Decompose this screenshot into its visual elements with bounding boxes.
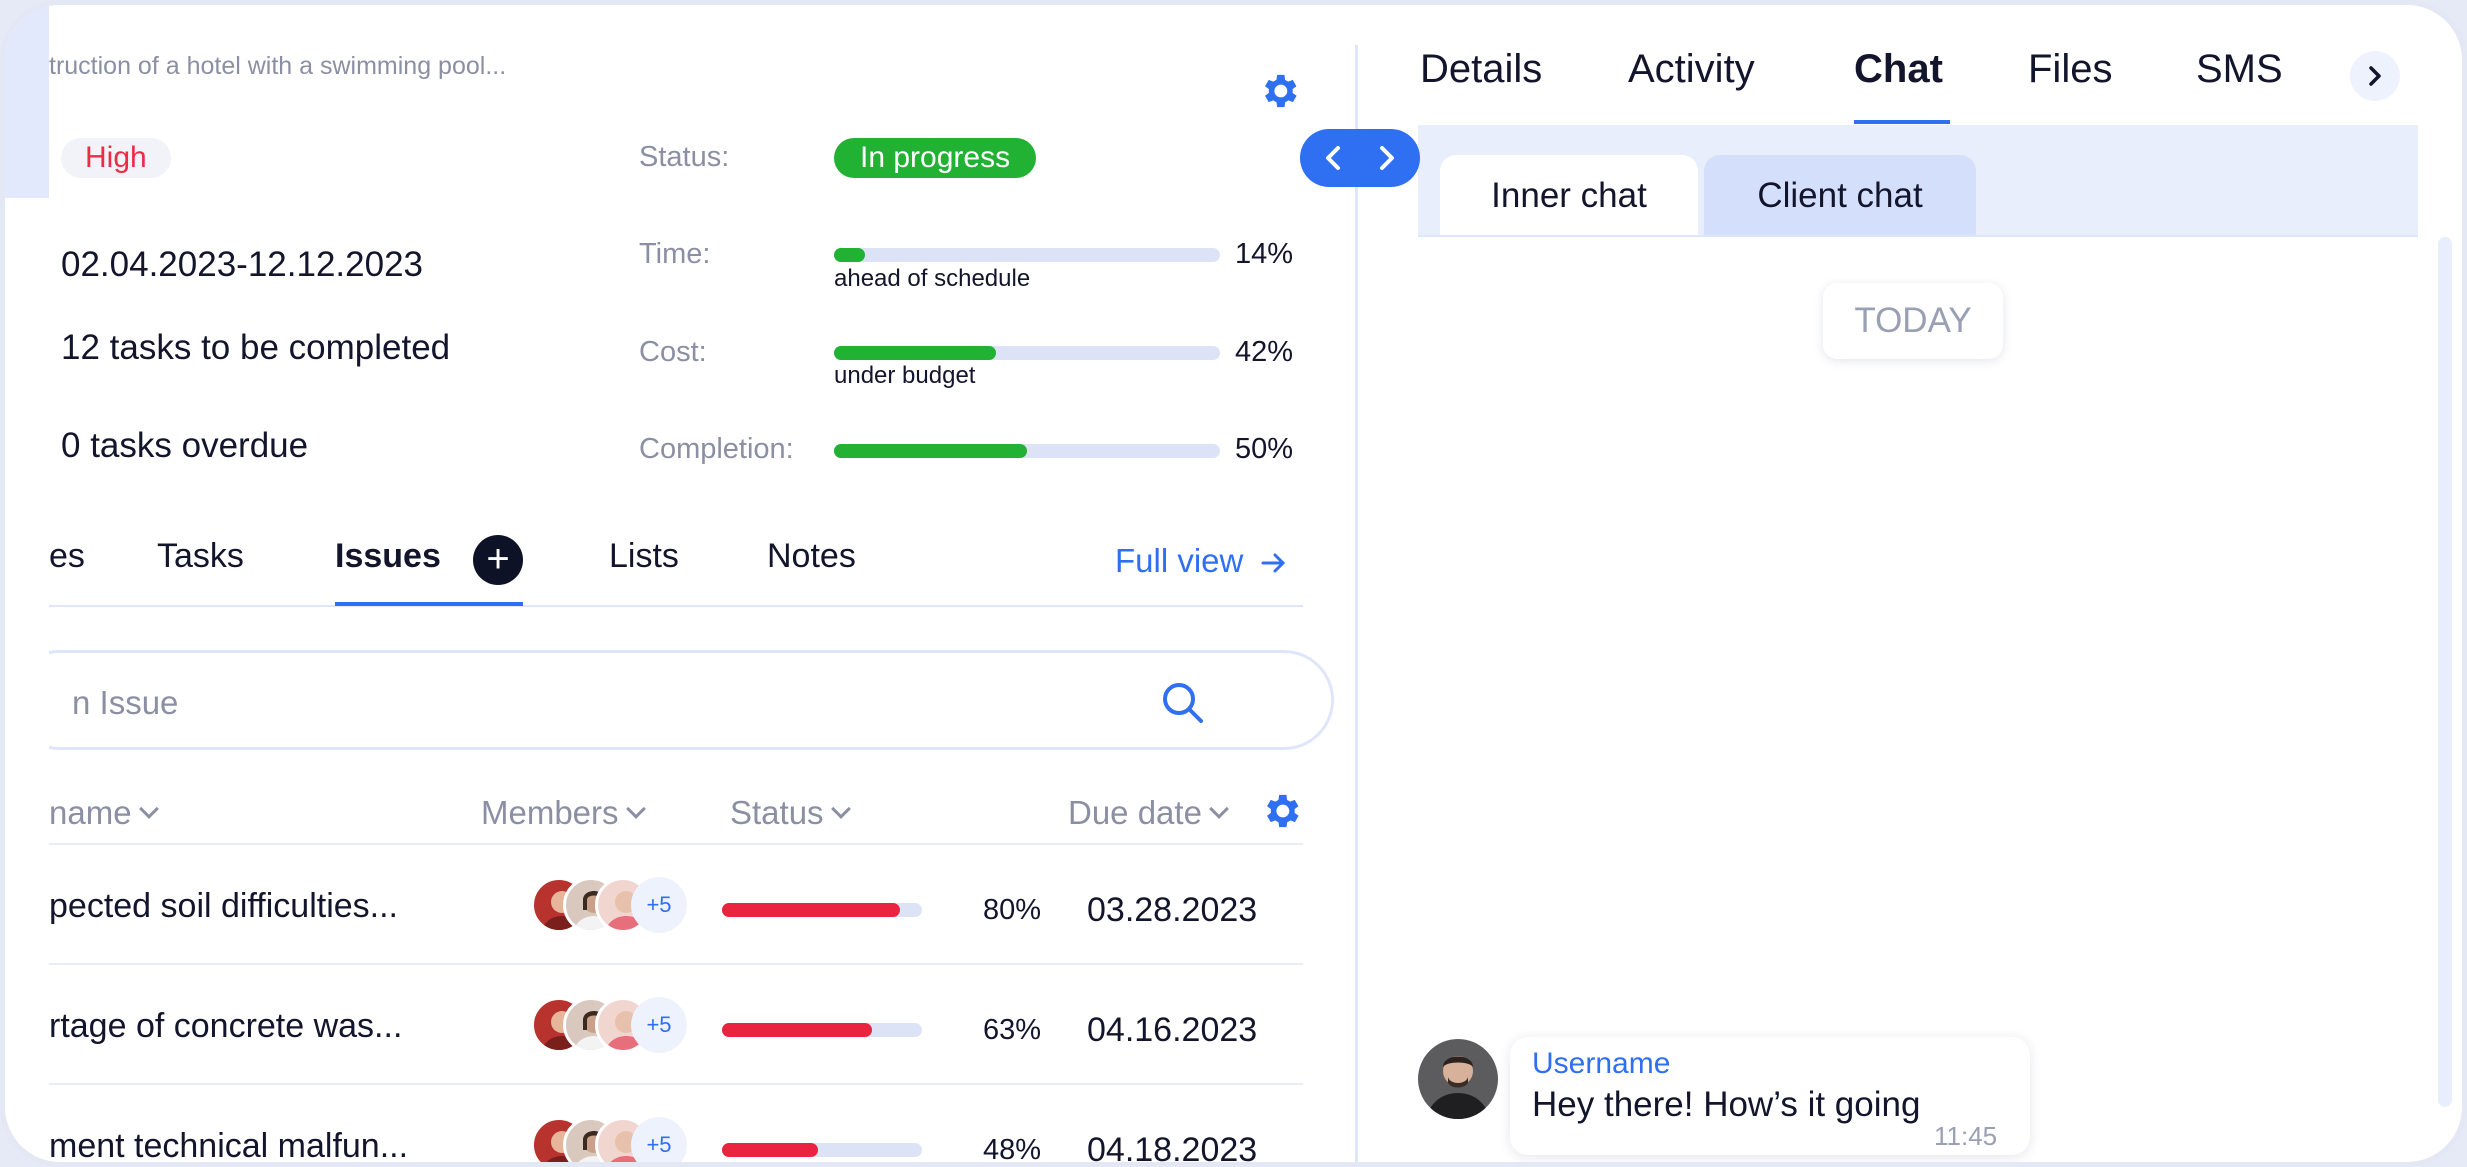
- search-icon[interactable]: [1157, 677, 1209, 729]
- chat-divider: [1418, 235, 2418, 237]
- tab-client-chat[interactable]: Client chat: [1704, 155, 1976, 237]
- column-due-date-header[interactable]: Due date: [1068, 794, 1229, 832]
- issue-search: [49, 650, 1334, 750]
- completion-progress-bar: [834, 444, 1220, 458]
- avatar[interactable]: [1418, 1039, 1498, 1119]
- chat-subtabs: Inner chat Client chat: [1418, 125, 2418, 237]
- completion-progress-fill: [834, 444, 1027, 458]
- column-name-label: name: [49, 794, 132, 831]
- issue-progress-bar: [722, 1143, 922, 1157]
- issue-progress-fill: [722, 903, 900, 917]
- cost-label: Cost:: [639, 336, 707, 368]
- priority-badge: High: [61, 138, 171, 178]
- row-divider: [49, 963, 1303, 965]
- project-dates: 02.04.2023-12.12.2023: [61, 245, 423, 284]
- column-members-label: Members: [481, 794, 619, 831]
- chevron-right-icon: [2369, 66, 2381, 86]
- tasks-remaining: 12 tasks to be completed: [61, 328, 451, 367]
- tab-sms[interactable]: SMS: [2196, 47, 2283, 92]
- column-name-header[interactable]: name: [49, 794, 159, 832]
- cost-percent: 42%: [1235, 336, 1294, 368]
- row-divider: [49, 1083, 1303, 1085]
- project-title: truction of a hotel with a swimming pool…: [49, 52, 507, 80]
- message-text: Hey there! How’s it going: [1532, 1085, 1921, 1124]
- status-badge: In progress: [834, 138, 1037, 178]
- column-status-label: Status: [730, 794, 824, 831]
- issue-percent: 80%: [983, 894, 1042, 926]
- arrow-right-icon: [1261, 553, 1285, 573]
- add-issue-button[interactable]: +: [473, 535, 523, 585]
- completion-label: Completion:: [639, 433, 794, 465]
- member-avatars[interactable]: +5: [531, 877, 691, 935]
- completion-percent: 50%: [1235, 433, 1294, 465]
- tabs-divider: [49, 605, 1303, 607]
- more-members-count: +5: [631, 877, 687, 933]
- member-avatars[interactable]: +5: [531, 997, 691, 1055]
- column-due-date-label: Due date: [1068, 794, 1202, 831]
- header-divider: [49, 843, 1303, 845]
- tab-issues[interactable]: Issues: [335, 537, 441, 576]
- issue-progress-fill: [722, 1143, 818, 1157]
- tab-details[interactable]: Details: [1420, 47, 1542, 92]
- tab-activity[interactable]: Activity: [1628, 47, 1755, 92]
- sidebar-accent: [5, 5, 49, 198]
- chat-scrollbar[interactable]: [2438, 237, 2452, 1107]
- issue-due-date: 04.16.2023: [1087, 1011, 1258, 1049]
- panel-toggle[interactable]: [1300, 129, 1420, 187]
- issue-name[interactable]: ment technical malfun...: [49, 1127, 408, 1162]
- member-avatars[interactable]: +5: [531, 1117, 691, 1162]
- issue-progress-fill: [722, 1023, 872, 1037]
- date-separator: TODAY: [1823, 283, 2003, 359]
- tab-files[interactable]: Files: [2028, 47, 2112, 92]
- issue-progress-bar: [722, 1023, 922, 1037]
- message-timestamp: 11:45: [1934, 1121, 1998, 1151]
- tab-lists[interactable]: Lists: [609, 537, 679, 576]
- issue-due-date: 04.18.2023: [1087, 1131, 1258, 1167]
- issue-due-date: 03.28.2023: [1087, 891, 1258, 929]
- chevron-right-icon[interactable]: [1370, 142, 1402, 174]
- time-progress-bar: [834, 248, 1220, 262]
- time-note: ahead of schedule: [834, 265, 1031, 292]
- chevron-down-icon: [625, 799, 646, 819]
- project-panel: truction of a hotel with a swimming pool…: [49, 5, 1355, 1167]
- tab-tasks[interactable]: Tasks: [157, 537, 244, 576]
- tab-notes[interactable]: Notes: [767, 537, 856, 576]
- chat-message: Username Hey there! How’s it going 11:45: [1510, 1037, 2030, 1155]
- chevron-down-icon: [830, 799, 851, 819]
- column-members-header[interactable]: Members: [481, 794, 646, 832]
- more-members-count: +5: [631, 997, 687, 1053]
- issue-name[interactable]: rtage of concrete was...: [49, 1007, 402, 1046]
- detail-panel: Details Activity Chat Files SMS Inner ch…: [1358, 5, 2462, 1162]
- column-status-header[interactable]: Status: [730, 794, 851, 832]
- issue-progress-bar: [722, 903, 922, 917]
- full-view-label: Full view: [1115, 542, 1244, 579]
- full-view-link[interactable]: Full view: [1115, 542, 1287, 580]
- table-settings-gear-icon[interactable]: [1259, 789, 1303, 833]
- status-label: Status:: [639, 141, 730, 173]
- more-tabs-button[interactable]: [2350, 51, 2400, 101]
- tasks-overdue: 0 tasks overdue: [61, 426, 309, 465]
- cost-progress-bar: [834, 346, 1220, 360]
- tab-inner-chat[interactable]: Inner chat: [1440, 155, 1698, 237]
- chevron-left-icon[interactable]: [1318, 142, 1350, 174]
- chevron-down-icon: [1209, 799, 1229, 819]
- issue-percent: 63%: [983, 1014, 1042, 1046]
- tab-chat[interactable]: Chat: [1854, 47, 1943, 92]
- active-tab-indicator: [1854, 120, 1950, 124]
- time-progress-fill: [834, 248, 865, 262]
- chevron-down-icon: [138, 799, 159, 819]
- time-percent: 14%: [1235, 238, 1294, 270]
- message-username[interactable]: Username: [1532, 1047, 1670, 1081]
- tab-partial[interactable]: es: [49, 537, 85, 576]
- settings-gear-icon[interactable]: [1257, 69, 1301, 113]
- issue-percent: 48%: [983, 1134, 1042, 1166]
- search-input[interactable]: [72, 681, 1172, 725]
- cost-progress-fill: [834, 346, 997, 360]
- cost-note: under budget: [834, 362, 976, 389]
- issue-name[interactable]: pected soil difficulties...: [49, 887, 398, 926]
- more-members-count: +5: [631, 1117, 687, 1162]
- time-label: Time:: [639, 238, 711, 270]
- app-window: truction of a hotel with a swimming pool…: [0, 0, 2467, 1167]
- active-tab-indicator: [335, 602, 523, 606]
